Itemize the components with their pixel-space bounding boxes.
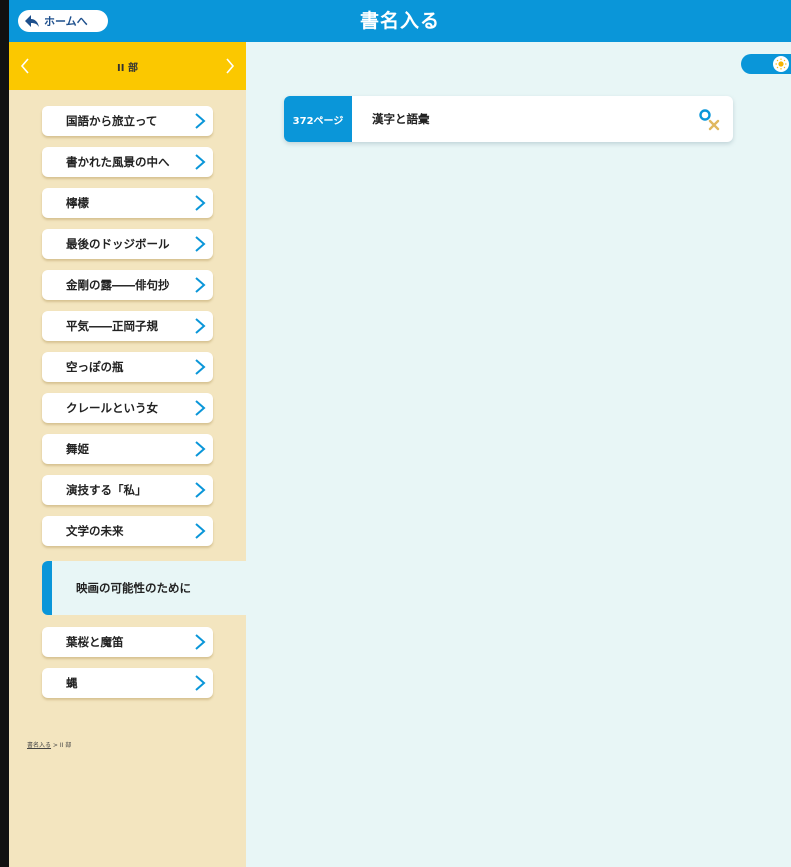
sidebar-item-label: 葉桜と魔笛 xyxy=(66,635,124,649)
breadcrumb-separator: > xyxy=(51,742,60,749)
sidebar-item-label: 文学の未来 xyxy=(66,524,124,538)
breadcrumb-root-link[interactable]: 書名入る xyxy=(27,742,51,749)
sidebar-item[interactable]: 葉桜と魔笛 xyxy=(42,627,213,657)
sidebar-item-label: 空っぽの瓶 xyxy=(66,360,124,374)
sidebar-item[interactable]: 文学の未来 xyxy=(42,516,213,546)
sidebar-item-label: 最後のドッジボール xyxy=(66,237,170,251)
chevron-right-icon xyxy=(195,154,206,170)
sidebar-item[interactable]: 空っぽの瓶 xyxy=(42,352,213,382)
chevron-right-icon xyxy=(195,482,206,498)
breadcrumb-current: II 部 xyxy=(59,742,72,749)
sidebar-item-label: 書かれた風景の中へ xyxy=(66,155,170,169)
search-result-card[interactable]: 372ページ 漢字と語彙 xyxy=(284,96,733,142)
chevron-right-icon xyxy=(195,675,206,691)
chevron-right-icon xyxy=(195,523,206,539)
sidebar-item[interactable]: クレールという女 xyxy=(42,393,213,423)
sidebar-item-label: クレールという女 xyxy=(66,401,158,415)
chevron-right-icon xyxy=(195,318,206,334)
sidebar-item-label: 映画の可能性のために xyxy=(76,581,191,595)
sidebar-item-label: 檸檬 xyxy=(66,196,89,210)
sidebar-item[interactable]: 演技する「私」 xyxy=(42,475,213,505)
sidebar-item[interactable]: 檸檬 xyxy=(42,188,213,218)
chevron-right-icon xyxy=(195,113,206,129)
chevron-left-icon[interactable] xyxy=(17,56,33,76)
chevron-right-icon[interactable] xyxy=(222,56,238,76)
sun-icon xyxy=(775,58,787,70)
part-label: II 部 xyxy=(117,62,138,74)
chevron-right-icon xyxy=(195,634,206,650)
active-indicator xyxy=(42,561,52,615)
clear-search-icon[interactable] xyxy=(697,107,721,131)
sidebar-item[interactable]: 書かれた風景の中へ xyxy=(42,147,213,177)
chevron-right-icon xyxy=(195,236,206,252)
page-number-tag: 372ページ xyxy=(284,96,352,142)
sidebar-item-label: 平気――正岡子規 xyxy=(66,319,158,333)
sidebar-item[interactable]: 最後のドッジボール xyxy=(42,229,213,259)
sidebar-item-label: 舞姫 xyxy=(66,442,89,456)
sidebar-item[interactable]: 金剛の露――俳句抄 xyxy=(42,270,213,300)
sidebar-item[interactable]: 国語から旅立って xyxy=(42,106,213,136)
toggle-knob xyxy=(773,56,789,72)
app-header: ホームへ 書名入る xyxy=(9,0,791,42)
main-content: 372ページ 漢字と語彙 xyxy=(246,42,791,867)
chevron-right-icon xyxy=(195,359,206,375)
sidebar-item-active[interactable]: 映画の可能性のために xyxy=(42,561,246,615)
chevron-right-icon xyxy=(195,441,206,457)
sidebar-item[interactable]: 蝿 xyxy=(42,668,213,698)
chevron-right-icon xyxy=(195,277,206,293)
sidebar-item-label: 金剛の露――俳句抄 xyxy=(66,278,170,292)
page-title: 書名入る xyxy=(359,10,440,32)
sidebar-item-label: 国語から旅立って xyxy=(66,114,158,128)
sidebar: II 部 国語から旅立って 書かれた風景の中へ 檸檬 最後のドッジボール 金剛の… xyxy=(9,42,246,867)
part-selector: II 部 xyxy=(9,42,246,90)
theme-toggle[interactable] xyxy=(741,54,791,74)
chevron-right-icon xyxy=(195,400,206,416)
sidebar-item[interactable]: 平気――正岡子規 xyxy=(42,311,213,341)
breadcrumb: 書名入る > II 部 xyxy=(27,740,71,749)
sidebar-item-label: 蝿 xyxy=(66,676,78,690)
sidebar-item-label: 演技する「私」 xyxy=(66,483,147,497)
sidebar-item[interactable]: 舞姫 xyxy=(42,434,213,464)
window-frame xyxy=(0,0,9,867)
result-title: 漢字と語彙 xyxy=(372,112,430,126)
chevron-right-icon xyxy=(195,195,206,211)
